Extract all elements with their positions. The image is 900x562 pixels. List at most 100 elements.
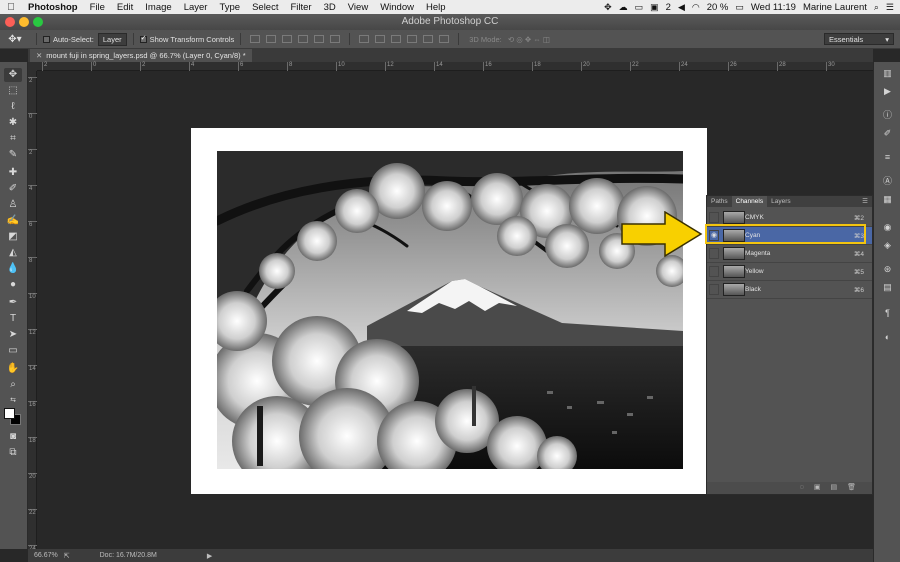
distribute-vcenter-button[interactable] — [375, 35, 386, 43]
color-panel-icon[interactable]: ◐ — [879, 330, 896, 344]
export-icon[interactable]: ⇱ — [64, 552, 70, 560]
auto-select-checkbox[interactable] — [43, 35, 50, 43]
cloud-icon[interactable]: ☁ — [619, 2, 628, 13]
display-icon[interactable]: ▭ — [635, 2, 644, 13]
auto-select-dropdown[interactable]: Layer — [97, 32, 127, 46]
menu-3d[interactable]: 3D — [318, 2, 342, 13]
menu-file[interactable]: File — [84, 2, 111, 13]
character-panel-icon[interactable]: ▤ — [879, 280, 896, 294]
history-brush-tool-icon[interactable]: ✍ — [4, 214, 22, 228]
apple-menu-icon[interactable]:  — [0, 2, 22, 13]
spotlight-icon[interactable]: ⌕ — [874, 2, 879, 13]
hand-tool-icon[interactable]: ✋ — [4, 362, 22, 376]
channel-row-yellow[interactable]: Yellow ⌘5 — [707, 263, 872, 281]
close-tab-icon[interactable]: ✕ — [36, 51, 42, 60]
battery-icon[interactable]: ▭ — [735, 2, 744, 13]
zoom-level[interactable]: 66.67% — [34, 552, 58, 559]
foreground-color-swatch[interactable] — [4, 408, 15, 419]
visibility-eye-icon[interactable] — [709, 212, 719, 223]
swatches-panel-icon[interactable]: ▦ — [879, 192, 896, 206]
zoom-tool-icon[interactable]: ⌕ — [4, 378, 22, 392]
brush-tool-icon[interactable]: ✐ — [4, 182, 22, 196]
vertical-ruler[interactable]: 2024681012141618202224 — [28, 71, 37, 552]
adjustments-panel-icon[interactable]: ≡ — [879, 150, 896, 164]
actions-panel-icon[interactable]: ▶ — [879, 84, 896, 98]
align-left-button[interactable] — [298, 35, 309, 43]
dodge-tool-icon[interactable]: ● — [4, 278, 22, 292]
distribute-right-button[interactable] — [439, 35, 450, 43]
clone-stamp-tool-icon[interactable]: ♙ — [4, 198, 22, 212]
align-hcenter-button[interactable] — [314, 35, 325, 43]
zoom-window-button[interactable] — [33, 17, 43, 27]
healing-brush-tool-icon[interactable]: ✚ — [4, 166, 22, 180]
menu-layer[interactable]: Layer — [178, 2, 214, 13]
ruler-origin[interactable] — [28, 62, 37, 71]
wifi-icon[interactable]: ◠ — [692, 2, 700, 13]
new-channel-icon[interactable]: ▤ — [830, 482, 837, 494]
align-right-button[interactable] — [330, 35, 341, 43]
marquee-tool-icon[interactable]: ⬚ — [4, 84, 22, 98]
menu-image[interactable]: Image — [139, 2, 177, 13]
move-tool-icon[interactable]: ✥ — [4, 68, 22, 82]
swap-colors-icon[interactable]: ⇆ — [4, 394, 22, 408]
distribute-top-button[interactable] — [359, 35, 370, 43]
properties-panel-icon[interactable]: ⓘ — [879, 108, 896, 122]
eraser-tool-icon[interactable]: ◩ — [4, 230, 22, 244]
mount-fuji-photo[interactable] — [217, 151, 683, 469]
load-selection-icon[interactable]: ◌ — [800, 482, 804, 494]
rectangle-tool-icon[interactable]: ▭ — [4, 344, 22, 358]
notification-icon[interactable]: ▣ — [650, 2, 659, 13]
notification-center-icon[interactable]: ☰ — [886, 2, 894, 13]
menu-photoshop[interactable]: Photoshop — [22, 2, 84, 13]
visibility-eye-icon[interactable] — [709, 284, 719, 295]
quick-mask-icon[interactable]: ◙ — [4, 430, 22, 444]
quick-select-tool-icon[interactable]: ✱ — [4, 116, 22, 130]
tab-layers[interactable]: Layers — [767, 196, 795, 207]
save-selection-icon[interactable]: ▣ — [814, 482, 821, 494]
channel-row-black[interactable]: Black ⌘6 — [707, 281, 872, 299]
user-name[interactable]: Marine Laurent — [803, 2, 867, 13]
screen-mode-icon[interactable]: ⧉ — [4, 446, 22, 460]
3d-mode-icons[interactable]: ⟲ ◎ ✥ ⇔ ◫ — [506, 35, 550, 44]
show-transform-checkbox[interactable] — [139, 34, 147, 43]
lasso-tool-icon[interactable]: ℓ — [4, 100, 22, 114]
tab-paths[interactable]: Paths — [707, 196, 732, 207]
distribute-bottom-button[interactable] — [391, 35, 402, 43]
paragraph-panel-icon[interactable]: ¶ — [879, 306, 896, 320]
visibility-eye-icon[interactable] — [709, 266, 719, 277]
blur-tool-icon[interactable]: 💧 — [4, 262, 22, 276]
paint-bucket-tool-icon[interactable]: ◭ — [4, 246, 22, 260]
type-tool-icon[interactable]: T — [4, 312, 22, 326]
channels-panel-icon[interactable]: ◉ — [879, 220, 896, 234]
panel-menu-icon[interactable]: ☰ — [862, 196, 868, 207]
menu-help[interactable]: Help — [420, 2, 452, 13]
move-tool-preset-icon[interactable]: ✥▾ — [0, 34, 30, 45]
styles-panel-icon[interactable]: Ⓐ — [879, 174, 896, 188]
status-menu-arrow-icon[interactable]: ▶ — [207, 552, 212, 560]
visibility-eye-icon[interactable] — [709, 248, 719, 259]
history-panel-icon[interactable]: ▥ — [879, 66, 896, 80]
eyedropper-tool-icon[interactable]: ✎ — [4, 148, 22, 162]
menu-window[interactable]: Window — [374, 2, 420, 13]
tab-channels[interactable]: Channels — [731, 196, 768, 207]
menu-edit[interactable]: Edit — [111, 2, 139, 13]
path-select-tool-icon[interactable]: ➤ — [4, 328, 22, 342]
paths-panel-icon[interactable]: ⊛ — [879, 262, 896, 276]
close-window-button[interactable] — [5, 17, 15, 27]
clock[interactable]: Wed 11:19 — [751, 2, 796, 13]
horizontal-ruler[interactable]: 2 0 2 4 6 8 10 12 14 16 18 20 22 24 26 28 30 — [37, 62, 873, 71]
menu-type[interactable]: Type — [213, 2, 246, 13]
align-bottom-button[interactable] — [282, 35, 293, 43]
menu-view[interactable]: View — [342, 2, 374, 13]
doc-size[interactable]: Doc: 16.7M/20.8M — [100, 552, 157, 559]
distribute-hcenter-button[interactable] — [423, 35, 434, 43]
dropbox-icon[interactable]: ✥ — [604, 2, 612, 13]
align-vcenter-button[interactable] — [266, 35, 277, 43]
volume-icon[interactable]: ◀ — [678, 2, 685, 13]
brush-presets-icon[interactable]: ✐ — [879, 126, 896, 140]
layers-panel-icon[interactable]: ◈ — [879, 238, 896, 252]
workspace-dropdown[interactable]: Essentials ▾ — [824, 33, 894, 45]
minimize-window-button[interactable] — [19, 17, 29, 27]
menu-filter[interactable]: Filter — [284, 2, 317, 13]
channel-row-magenta[interactable]: Magenta ⌘4 — [707, 245, 872, 263]
